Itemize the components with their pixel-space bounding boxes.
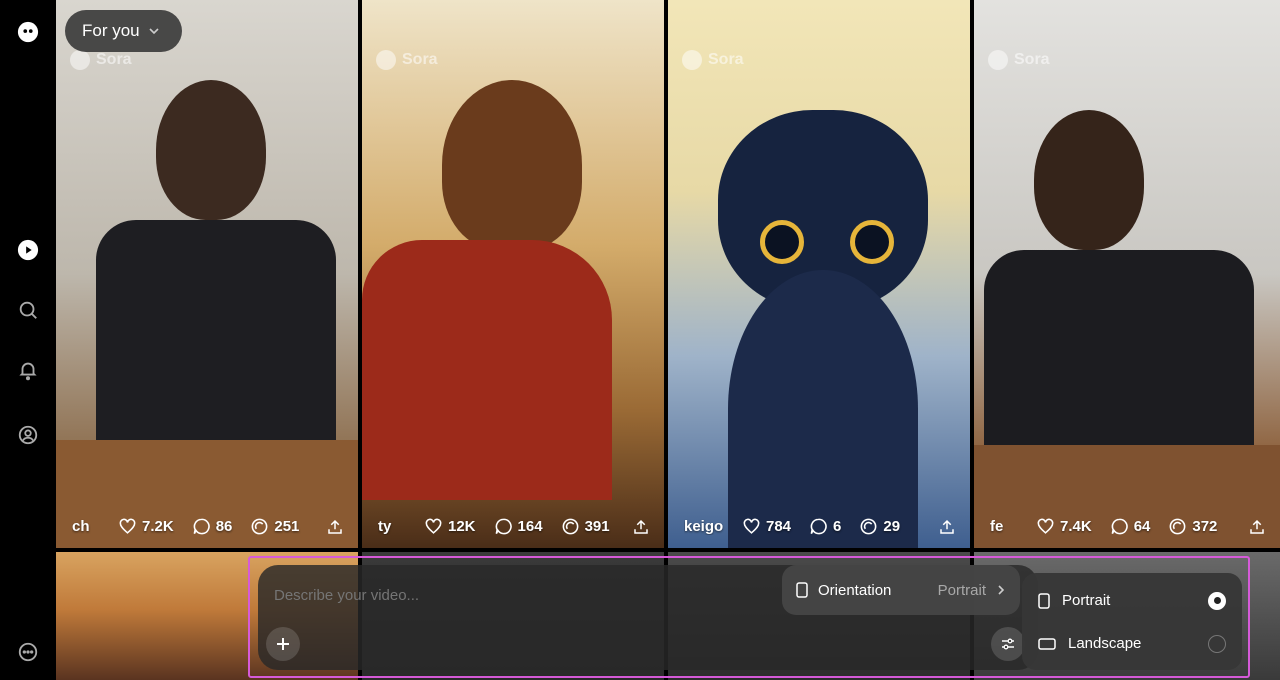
thumbnail-figure	[442, 80, 582, 250]
like-button[interactable]: 12K	[424, 517, 476, 536]
more-icon[interactable]	[14, 638, 42, 666]
video-card[interactable]: Sora keigo 784 6 29	[668, 0, 970, 548]
comment-count: 64	[1133, 518, 1151, 535]
share-icon	[1250, 519, 1264, 534]
sora-watermark: Sora	[376, 50, 438, 70]
option-label: Portrait	[1062, 592, 1111, 609]
remix-count: 29	[883, 518, 901, 535]
share-icon	[328, 519, 342, 534]
thumbnail-figure	[96, 220, 336, 450]
share-button[interactable]	[632, 518, 650, 536]
sliders-icon	[1002, 638, 1014, 650]
share-button[interactable]	[326, 518, 344, 536]
bell-icon[interactable]	[14, 356, 42, 384]
comment-icon	[1111, 518, 1128, 535]
orientation-value: Portrait	[937, 581, 986, 599]
like-button[interactable]: 784	[742, 517, 791, 536]
like-count: 784	[766, 518, 792, 535]
thumbnail-figure	[728, 270, 918, 548]
like-count: 12K	[448, 518, 476, 535]
share-icon	[634, 519, 648, 534]
remix-icon	[562, 518, 578, 535]
radio-selected[interactable]	[1208, 591, 1226, 610]
sora-watermark: Sora	[682, 50, 744, 70]
radio-unselected[interactable]	[1208, 634, 1226, 653]
feed-dropdown[interactable]: For you	[65, 10, 182, 52]
card-stats: fe 7.4K 64 372	[990, 517, 1266, 536]
portrait-icon	[1038, 592, 1050, 609]
chevron-right-icon	[998, 585, 1005, 595]
thumbnail-eye	[850, 220, 894, 264]
share-button[interactable]	[1248, 518, 1266, 536]
option-label: Landscape	[1068, 635, 1142, 652]
username[interactable]: keigo	[684, 518, 728, 535]
search-icon[interactable]	[14, 296, 42, 324]
remix-icon	[1169, 518, 1186, 535]
thumbnail-figure	[1034, 110, 1144, 250]
heart-icon	[1037, 518, 1054, 534]
heart-icon	[425, 518, 442, 534]
video-card[interactable]: Sora ty 12K 164 391	[362, 0, 664, 548]
card-stats: ty 12K 164 391	[378, 517, 650, 536]
comment-button[interactable]: 64	[1110, 517, 1151, 536]
video-card[interactable]: Sora ch 7.2K 86 251	[56, 0, 358, 548]
remix-button[interactable]: 391	[561, 517, 610, 536]
comment-button[interactable]: 164	[494, 517, 543, 536]
remix-icon	[251, 518, 268, 535]
feed-label: For you	[82, 21, 140, 40]
share-icon	[940, 519, 954, 534]
sora-watermark: Sora	[988, 50, 1050, 70]
comment-icon	[810, 518, 827, 535]
orientation-label: Orientation	[818, 581, 892, 599]
like-button[interactable]: 7.2K	[118, 517, 174, 536]
comment-count: 86	[215, 518, 233, 535]
share-button[interactable]	[938, 518, 956, 536]
card-stats: ch 7.2K 86 251	[72, 517, 344, 536]
heart-icon	[119, 518, 136, 534]
thumbnail-figure	[984, 250, 1254, 470]
orientation-menu-item[interactable]: Orientation Portrait	[782, 565, 1020, 615]
remix-icon	[860, 518, 877, 535]
remix-button[interactable]: 251	[250, 517, 299, 536]
portrait-icon	[796, 582, 808, 598]
remix-button[interactable]: 372	[1168, 517, 1217, 536]
landscape-icon	[1038, 637, 1056, 650]
comment-icon	[193, 518, 210, 535]
like-button[interactable]: 7.4K	[1036, 517, 1092, 536]
play-icon[interactable]	[14, 236, 42, 264]
orientation-option-landscape[interactable]: Landscape	[1022, 622, 1242, 665]
prompt-input[interactable]	[274, 587, 774, 604]
sora-watermark: Sora	[70, 50, 132, 70]
orientation-option-portrait[interactable]: Portrait	[1022, 579, 1242, 622]
chevron-down-icon	[149, 28, 159, 35]
like-count: 7.4K	[1060, 518, 1092, 535]
thumbnail-eye	[760, 220, 804, 264]
comment-button[interactable]: 86	[192, 517, 233, 536]
username[interactable]: fe	[990, 518, 1022, 535]
card-stats: keigo 784 6 29	[684, 517, 956, 536]
settings-button[interactable]	[991, 627, 1025, 661]
thumbnail-figure	[362, 240, 612, 500]
remix-button[interactable]: 29	[859, 517, 900, 536]
comment-button[interactable]: 6	[809, 517, 841, 536]
remix-count: 372	[1192, 518, 1218, 535]
comment-icon	[495, 518, 512, 535]
remix-count: 251	[274, 518, 300, 535]
comment-count: 6	[833, 518, 842, 535]
orientation-submenu: Portrait Landscape	[1022, 573, 1242, 670]
video-card[interactable]: Sora fe 7.4K 64 372	[974, 0, 1280, 548]
thumbnail-figure	[156, 80, 266, 220]
profile-icon[interactable]	[14, 421, 42, 449]
plus-icon	[277, 638, 289, 650]
like-count: 7.2K	[142, 518, 174, 535]
heart-icon	[743, 518, 760, 534]
sora-logo-icon[interactable]	[14, 18, 42, 46]
remix-count: 391	[584, 518, 610, 535]
add-media-button[interactable]	[266, 627, 300, 661]
username[interactable]: ch	[72, 518, 104, 535]
comment-count: 164	[517, 518, 543, 535]
username[interactable]: ty	[378, 518, 410, 535]
sidebar	[0, 0, 56, 680]
